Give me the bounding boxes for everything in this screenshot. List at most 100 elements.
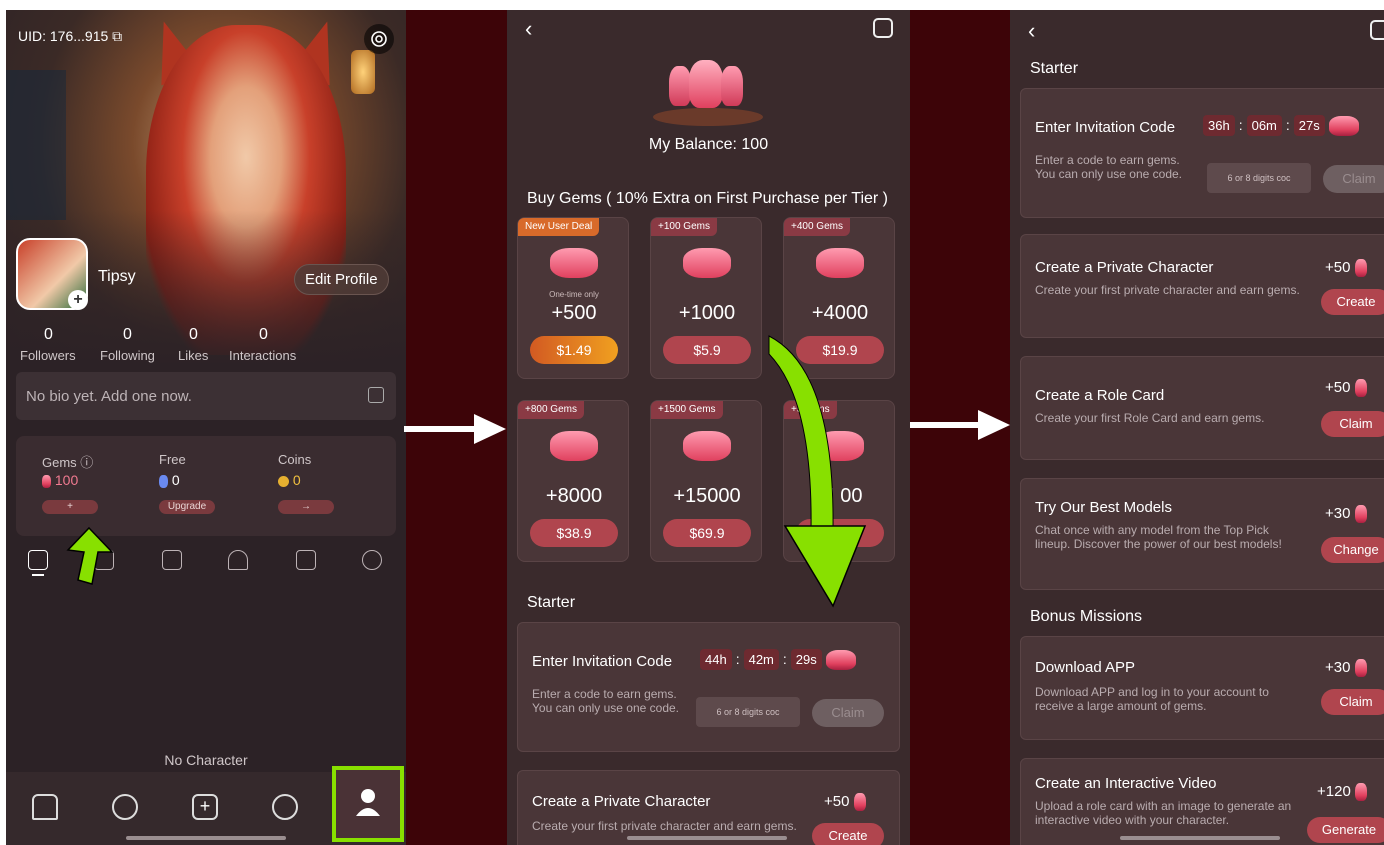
chat-icon[interactable] — [272, 794, 298, 820]
create-button[interactable]: Create — [1321, 289, 1384, 315]
invite-code-input[interactable]: 6 or 8 digits coc — [696, 697, 800, 727]
person-icon — [28, 550, 48, 570]
task-description: Chat once with any model from the Top Pi… — [1035, 523, 1282, 551]
settings-button[interactable] — [364, 24, 394, 54]
coins-arrow-button[interactable]: → — [278, 500, 334, 514]
upgrade-button[interactable]: Upgrade — [159, 500, 215, 514]
task-title: Create a Private Character — [1035, 259, 1214, 276]
reward-amount: +50 — [1325, 379, 1351, 396]
pack-amount: +4000 — [811, 302, 869, 324]
claim-button[interactable]: Claim — [1321, 689, 1384, 715]
followers-count[interactable]: 0 — [44, 326, 53, 344]
user-id: UID: 176...915 ⧉ — [18, 28, 123, 44]
price-button[interactable]: $38.9 — [530, 519, 618, 547]
missions-screen: ‹ Starter Enter Invitation Code 36h:06m:… — [1010, 10, 1384, 845]
avatar[interactable]: + — [16, 238, 88, 310]
price-button[interactable]: $5.9 — [663, 336, 751, 364]
reward-amount: +50 — [1325, 259, 1351, 276]
gem-icon — [816, 248, 864, 278]
claim-button-disabled[interactable]: Claim — [1323, 165, 1384, 193]
home-indicator — [1120, 836, 1280, 840]
tab-videos[interactable] — [362, 550, 382, 570]
gems-store-screen: ‹ My Balance: 100 Buy Gems ( 10% Extra o… — [507, 10, 910, 845]
task-description: Enter a code to earn gems. You can only … — [1035, 153, 1183, 181]
pack-amount: +500 — [551, 302, 597, 324]
video-icon — [362, 550, 382, 570]
bio-placeholder: No bio yet. Add one now. — [26, 387, 192, 405]
tab-role-cards[interactable] — [162, 550, 182, 570]
private-character-task: Create a Private Character +50 Create yo… — [1020, 234, 1384, 338]
history-icon[interactable] — [1370, 20, 1384, 40]
task-title: Create a Private Character — [532, 793, 711, 810]
bio-field[interactable]: No bio yet. Add one now. — [16, 372, 396, 420]
gem-pack-card[interactable]: +800 Gems +8000 $38.9 — [517, 400, 629, 562]
claim-button-disabled[interactable]: Claim — [812, 699, 884, 727]
following-count[interactable]: 0 — [123, 326, 132, 344]
profile-screen: UID: 176...915 ⧉ + Tipsy Edit Profile 0 … — [6, 10, 406, 845]
free-label: Free — [159, 452, 186, 467]
gem-icon — [550, 431, 598, 461]
pack-tag: +800 Gems — [518, 401, 584, 419]
private-character-task: Create a Private Character +50 Create yo… — [517, 770, 900, 845]
gem-icon — [1329, 115, 1360, 136]
gem-icon — [853, 793, 866, 812]
home-icon[interactable] — [32, 794, 58, 820]
copy-icon[interactable]: ⧉ — [112, 28, 122, 44]
task-title: Enter Invitation Code — [532, 653, 673, 670]
id-card-icon — [162, 550, 182, 570]
create-button[interactable]: Create — [812, 823, 884, 845]
coin-icon — [278, 475, 289, 487]
profile-icon — [356, 789, 380, 816]
followers-label[interactable]: Followers — [20, 348, 76, 363]
balance-text: My Balance: 100 — [648, 136, 769, 153]
star-icon — [228, 550, 248, 570]
edit-profile-button[interactable]: Edit Profile — [294, 264, 389, 295]
pack-amount: +8000 — [545, 485, 603, 507]
buy-gems-button[interactable]: + — [42, 500, 98, 514]
tab-favorites[interactable] — [228, 550, 248, 570]
countdown-timer: 36h:06m:27s — [1203, 115, 1360, 136]
explore-icon[interactable] — [112, 794, 138, 820]
create-icon[interactable]: + — [192, 794, 218, 820]
task-title: Create an Interactive Video — [1035, 775, 1217, 792]
tab-liked[interactable] — [296, 550, 316, 570]
edit-icon[interactable] — [368, 387, 384, 403]
add-avatar-icon[interactable]: + — [68, 290, 88, 310]
wallet-card: Gems ⓘ 100 + Free 0 Upgrade Coins 0 → — [16, 436, 396, 536]
pack-amount: +1000 — [678, 302, 736, 324]
history-icon[interactable] — [873, 18, 893, 38]
task-description: Create your first private character and … — [532, 819, 797, 833]
gem-pack-card[interactable]: +100 Gems +1000 $5.9 — [650, 217, 762, 379]
info-icon[interactable]: ⓘ — [80, 455, 93, 470]
gear-icon — [371, 31, 387, 47]
gem-pack-card[interactable]: +1500 Gems +15000 $69.9 — [650, 400, 762, 562]
task-title: Create a Role Card — [1035, 387, 1165, 404]
reward-amount: +30 — [1325, 505, 1351, 522]
following-label[interactable]: Following — [100, 348, 155, 363]
change-button[interactable]: Change — [1321, 537, 1384, 563]
back-icon[interactable]: ‹ — [525, 16, 532, 42]
nav-profile-highlighted[interactable] — [332, 766, 404, 842]
home-indicator — [126, 836, 286, 840]
generate-button[interactable]: Generate — [1307, 817, 1384, 843]
task-description: Create your first private character and … — [1035, 283, 1300, 297]
gem-icon — [42, 474, 51, 488]
interactions-label: Interactions — [229, 348, 297, 363]
task-description: Upload a role card with an image to gene… — [1035, 799, 1292, 827]
invite-code-task: Enter Invitation Code 36h:06m:27s Enter … — [1020, 88, 1384, 218]
likes-count: 0 — [189, 326, 198, 343]
gem-pack-card[interactable]: New User Deal One-time only +500 $1.49 — [517, 217, 629, 379]
green-arrow-annotation — [66, 526, 114, 585]
flow-arrow-2 — [910, 410, 1010, 440]
gem-icon — [1354, 379, 1367, 398]
back-icon[interactable]: ‹ — [1028, 18, 1035, 44]
price-button[interactable]: $1.49 — [530, 336, 618, 364]
username: Tipsy — [98, 268, 136, 285]
profile-banner — [6, 10, 406, 410]
tab-characters[interactable] — [28, 550, 48, 576]
invite-code-input[interactable]: 6 or 8 digits coc — [1207, 163, 1311, 193]
interactive-video-task: Create an Interactive Video +120 Upload … — [1020, 758, 1384, 845]
price-button[interactable]: $69.9 — [663, 519, 751, 547]
claim-button[interactable]: Claim — [1321, 411, 1384, 437]
free-value: 0 — [171, 472, 180, 488]
